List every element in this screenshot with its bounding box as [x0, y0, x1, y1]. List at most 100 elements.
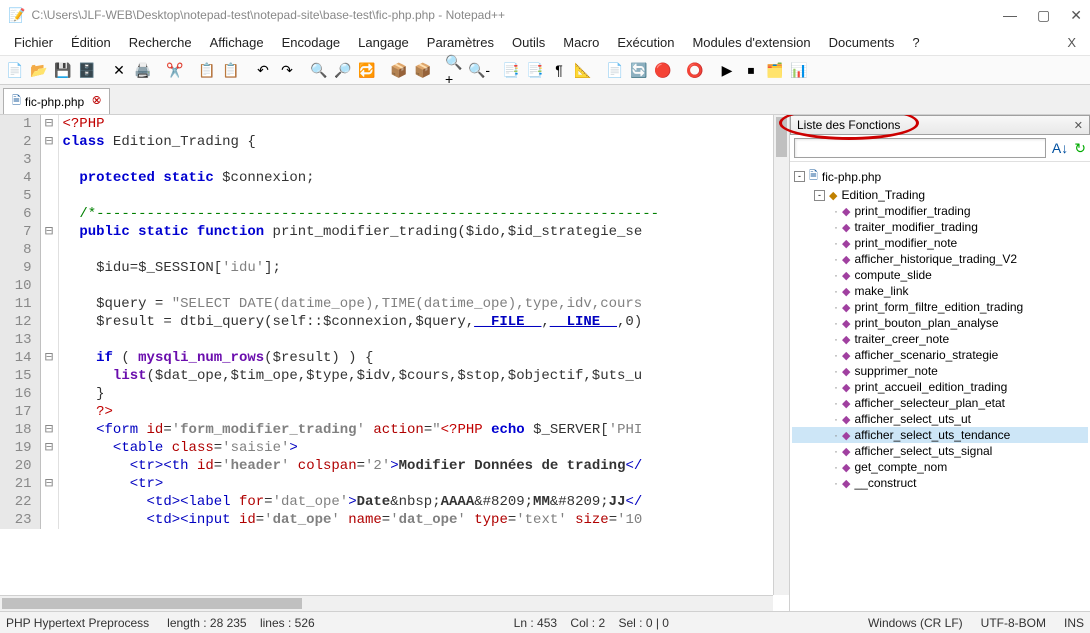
tree-item[interactable]: ·◆compute_slide: [792, 267, 1088, 283]
toolbar-button[interactable]: ✂️: [164, 59, 186, 81]
menu-item[interactable]: Recherche: [121, 32, 200, 53]
menu-item[interactable]: ?: [904, 32, 927, 53]
refresh-icon[interactable]: ↻: [1074, 140, 1086, 157]
code-line[interactable]: [58, 241, 789, 259]
toolbar-button[interactable]: 🗂️: [764, 59, 786, 81]
fold-gutter[interactable]: ⊟: [40, 223, 58, 241]
tree-item[interactable]: -◆Edition_Trading: [792, 187, 1088, 203]
toolbar-button[interactable]: 📊: [788, 59, 810, 81]
code-line[interactable]: ?>: [58, 403, 789, 421]
toolbar-button[interactable]: 📑: [524, 59, 546, 81]
code-line[interactable]: <?PHP: [58, 115, 789, 133]
panel-close-button[interactable]: ✕: [1074, 119, 1083, 132]
code-line[interactable]: [58, 187, 789, 205]
toolbar-button[interactable]: 🔎: [332, 59, 354, 81]
code-line[interactable]: [58, 151, 789, 169]
code-line[interactable]: <tr>: [58, 475, 789, 493]
code-line[interactable]: [58, 277, 789, 295]
menu-item[interactable]: Documents: [821, 32, 903, 53]
tree-item[interactable]: ·◆afficher_scenario_strategie: [792, 347, 1088, 363]
tree-item[interactable]: ·◆afficher_select_uts_ut: [792, 411, 1088, 427]
menu-item[interactable]: Langage: [350, 32, 417, 53]
tree-item[interactable]: ·◆print_form_filtre_edition_trading: [792, 299, 1088, 315]
code-line[interactable]: [58, 331, 789, 349]
code-line[interactable]: <table class='saisie'>: [58, 439, 789, 457]
menu-item[interactable]: Modules d'extension: [684, 32, 818, 53]
toolbar-button[interactable]: 📐: [572, 59, 594, 81]
tree-item[interactable]: ·◆make_link: [792, 283, 1088, 299]
maximize-button[interactable]: ▢: [1037, 7, 1050, 24]
fold-gutter[interactable]: ⊟: [40, 475, 58, 493]
code-line[interactable]: protected static $connexion;: [58, 169, 789, 187]
fold-gutter[interactable]: ⊟: [40, 115, 58, 133]
toolbar-button[interactable]: 📄: [4, 59, 26, 81]
code-line[interactable]: $query = "SELECT DATE(datime_ope),TIME(d…: [58, 295, 789, 313]
toolbar-button[interactable]: 📋: [220, 59, 242, 81]
tree-item[interactable]: ·◆supprimer_note: [792, 363, 1088, 379]
code-line[interactable]: <tr><th id='header' colspan='2'>Modifier…: [58, 457, 789, 475]
tree-item[interactable]: ·◆print_bouton_plan_analyse: [792, 315, 1088, 331]
tree-item[interactable]: ·◆traiter_modifier_trading: [792, 219, 1088, 235]
sort-icon[interactable]: A↓: [1052, 140, 1068, 156]
menu-item[interactable]: Exécution: [609, 32, 682, 53]
toolbar-button[interactable]: 🔴: [652, 59, 674, 81]
fold-gutter[interactable]: ⊟: [40, 439, 58, 457]
code-line[interactable]: <td><label for='dat_ope'>Date&nbsp;AAAA&…: [58, 493, 789, 511]
toolbar-button[interactable]: ↶: [252, 59, 274, 81]
tab-fic-php[interactable]: 🗎 fic-php.php ⮿: [3, 88, 110, 114]
code-line[interactable]: $result = dtbi_query(self::$connexion,$q…: [58, 313, 789, 331]
toolbar-button[interactable]: 🔍: [308, 59, 330, 81]
menu-item[interactable]: Édition: [63, 32, 119, 53]
tree-expand-icon[interactable]: -: [814, 190, 825, 201]
toolbar-button[interactable]: 🖨️: [132, 59, 154, 81]
vertical-scrollbar[interactable]: [773, 115, 789, 595]
toolbar-button[interactable]: ¶: [548, 59, 570, 81]
toolbar-button[interactable]: 📂: [28, 59, 50, 81]
menu-item[interactable]: Paramètres: [419, 32, 502, 53]
code-line[interactable]: /*--------------------------------------…: [58, 205, 789, 223]
toolbar-button[interactable]: ✕: [108, 59, 130, 81]
code-line[interactable]: <td><input id='dat_ope' name='dat_ope' t…: [58, 511, 789, 529]
tab-close-button[interactable]: ⮿: [92, 95, 101, 108]
code-line[interactable]: class Edition_Trading {: [58, 133, 789, 151]
tree-item[interactable]: ·◆__construct: [792, 475, 1088, 491]
minimize-button[interactable]: —: [1003, 7, 1017, 24]
toolbar-button[interactable]: 📑: [500, 59, 522, 81]
code-line[interactable]: <form id='form_modifier_trading' action=…: [58, 421, 789, 439]
code-line[interactable]: }: [58, 385, 789, 403]
toolbar-button[interactable]: ▶: [716, 59, 738, 81]
code-editor[interactable]: 1⊟<?PHP2⊟class Edition_Trading {34 prote…: [0, 115, 789, 611]
toolbar-button[interactable]: ↷: [276, 59, 298, 81]
tree-item[interactable]: ·◆print_modifier_trading: [792, 203, 1088, 219]
tree-expand-icon[interactable]: -: [794, 171, 805, 182]
toolbar-button[interactable]: 🔍+: [444, 59, 466, 81]
tree-item[interactable]: ·◆print_accueil_edition_trading: [792, 379, 1088, 395]
tree-item[interactable]: ·◆print_modifier_note: [792, 235, 1088, 251]
toolbar-button[interactable]: 📋: [196, 59, 218, 81]
toolbar-button[interactable]: ⏹: [740, 59, 762, 81]
fold-gutter[interactable]: ⊟: [40, 349, 58, 367]
code-line[interactable]: public static function print_modifier_tr…: [58, 223, 789, 241]
tree-item[interactable]: ·◆afficher_historique_trading_V2: [792, 251, 1088, 267]
fold-gutter[interactable]: ⊟: [40, 421, 58, 439]
code-line[interactable]: if ( mysqli_num_rows($result) ) {: [58, 349, 789, 367]
tree-item[interactable]: ·◆traiter_creer_note: [792, 331, 1088, 347]
tree-item[interactable]: ·◆get_compte_nom: [792, 459, 1088, 475]
toolbar-button[interactable]: 📦: [388, 59, 410, 81]
toolbar-button[interactable]: 💾: [52, 59, 74, 81]
tree-item[interactable]: ·◆afficher_select_uts_tendance: [792, 427, 1088, 443]
menubar-close-button[interactable]: X: [1059, 32, 1084, 53]
toolbar-button[interactable]: 🔁: [356, 59, 378, 81]
menu-item[interactable]: Fichier: [6, 32, 61, 53]
toolbar-button[interactable]: 🔄: [628, 59, 650, 81]
toolbar-button[interactable]: ⭕: [684, 59, 706, 81]
tree-item[interactable]: ·◆afficher_selecteur_plan_etat: [792, 395, 1088, 411]
code-line[interactable]: $idu=$_SESSION['idu'];: [58, 259, 789, 277]
toolbar-button[interactable]: 🔍-: [468, 59, 490, 81]
fold-gutter[interactable]: ⊟: [40, 133, 58, 151]
menu-item[interactable]: Encodage: [274, 32, 349, 53]
toolbar-button[interactable]: 🗄️: [76, 59, 98, 81]
tree-item[interactable]: ·◆afficher_select_uts_signal: [792, 443, 1088, 459]
function-search-input[interactable]: [794, 138, 1046, 158]
toolbar-button[interactable]: 📦: [412, 59, 434, 81]
